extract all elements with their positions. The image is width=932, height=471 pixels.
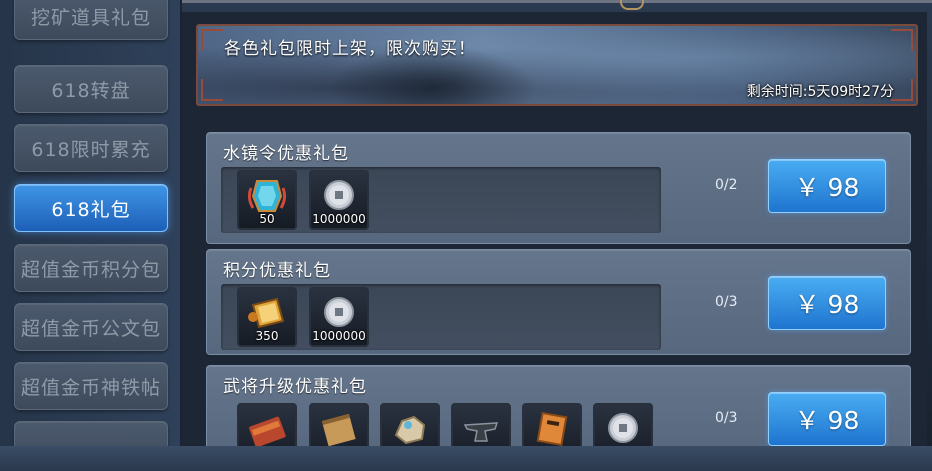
countdown-timer: 剩余时间:5天09时27分 <box>746 84 894 100</box>
item-count: 50 <box>259 212 275 226</box>
sidebar-item-618-recharge[interactable]: 618限时累充 <box>14 124 168 172</box>
purchase-limit: 0/2 <box>715 177 738 193</box>
bottom-frame <box>0 446 932 471</box>
purchase-limit: 0/3 <box>715 294 738 310</box>
purchase-limit: 0/3 <box>715 410 738 426</box>
banner-title: 各色礼包限时上架，限次购买！ <box>224 39 476 59</box>
sidebar-item-618-pack[interactable]: 618礼包 <box>14 184 168 232</box>
sidebar-item-gold-points-pack[interactable]: 超值金币积分包 <box>14 244 168 292</box>
promo-banner: 各色礼包限时上架，限次购买！ 剩余时间:5天09时27分 <box>196 24 918 106</box>
main-panel: 各色礼包限时上架，限次购买！ 剩余时间:5天09时27分 水镜令优惠礼包 50 <box>182 12 927 460</box>
sidebar-item-gold-iron-pack[interactable]: 超值金币神铁帖 <box>14 362 168 410</box>
silver-coin-icon[interactable]: 1000000 <box>309 170 369 230</box>
sidebar-item-gold-document-pack[interactable]: 超值金币公文包 <box>14 303 168 351</box>
gold-points-scroll-icon[interactable]: 350 <box>237 287 297 347</box>
pack-title: 武将升级优惠礼包 <box>223 377 367 397</box>
pack-card: 武将升级优惠礼包 0/3 ￥ 98 <box>206 365 911 460</box>
silver-coin-icon[interactable]: 1000000 <box>309 287 369 347</box>
buy-button[interactable]: ￥ 98 <box>768 392 886 446</box>
item-count: 1000000 <box>312 212 366 226</box>
pack-card: 积分优惠礼包 350 1000000 0/3 ￥ 98 <box>206 249 911 355</box>
sidebar: 挖矿道具礼包 618转盘 618限时累充 618礼包 超值金币积分包 超值金币公… <box>0 0 182 446</box>
buy-button[interactable]: ￥ 98 <box>768 276 886 330</box>
sidebar-item-partial[interactable] <box>14 421 168 446</box>
items-tray: 50 1000000 <box>221 167 661 233</box>
sidebar-item-mining-pack[interactable]: 挖矿道具礼包 <box>14 0 168 40</box>
pack-title: 水镜令优惠礼包 <box>223 144 349 164</box>
items-tray: 350 1000000 <box>221 284 661 350</box>
item-count: 1000000 <box>312 329 366 343</box>
pack-title: 积分优惠礼包 <box>223 261 331 281</box>
buy-button[interactable]: ￥ 98 <box>768 159 886 213</box>
top-ornament <box>620 0 644 10</box>
pack-card: 水镜令优惠礼包 50 1000000 0/2 ￥ 98 <box>206 132 911 244</box>
sidebar-item-618-wheel[interactable]: 618转盘 <box>14 65 168 113</box>
blue-mirror-token-icon[interactable]: 50 <box>237 170 297 230</box>
item-count: 350 <box>255 329 279 343</box>
